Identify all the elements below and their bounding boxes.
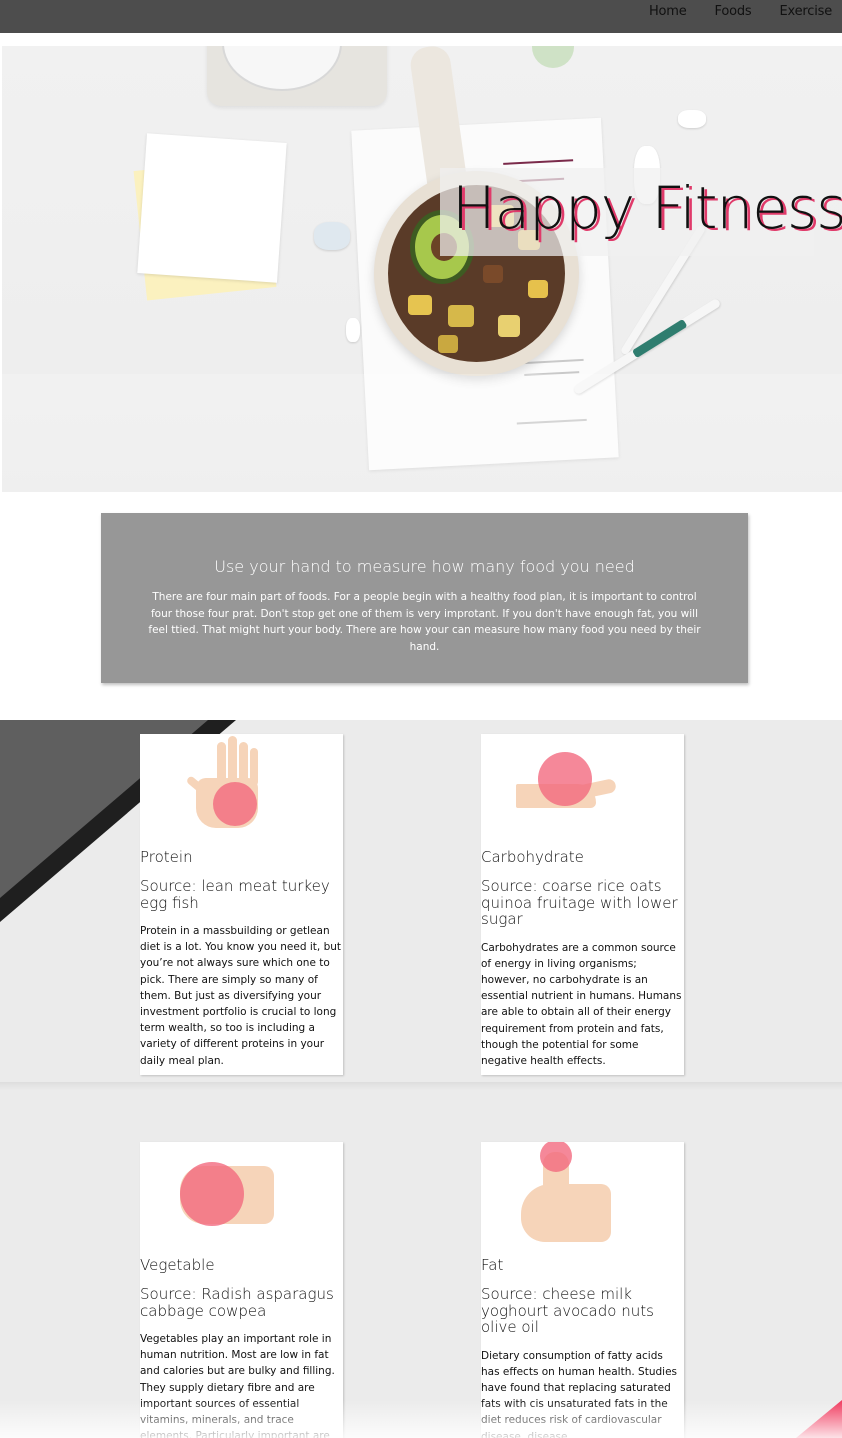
food-card-carbohydrate: Carbohydrate Source: coarse rice oats qu… (481, 734, 684, 1075)
intro-heading: Use your hand to measure how many food y… (214, 557, 635, 576)
diagonal-stripe-decoration (0, 720, 236, 922)
nav-foods-link[interactable]: Foods (715, 4, 752, 19)
food-card-source: Source: Radish asparagus cabbage cowpea (140, 1285, 334, 1320)
figurine-image (678, 110, 706, 128)
nav-menu: Home Foods Exercise (649, 4, 832, 19)
rotary-phone-image (207, 46, 387, 106)
nav-exercise-link[interactable]: Exercise (780, 4, 833, 19)
food-card-source: Source: coarse rice oats quinoa fruitage… (481, 877, 678, 928)
intro-panel: Use your hand to measure how many food y… (101, 513, 748, 683)
section-divider (0, 1082, 842, 1090)
food-card-fat: Fat Source: cheese milk yoghourt avocado… (481, 1142, 684, 1438)
food-card-description: Protein in a massbuilding or getlean die… (140, 925, 342, 1067)
food-card-protein: Protein Source: lean meat turkey egg fis… (140, 734, 343, 1075)
food-card-source: Source: lean meat turkey egg fish (140, 877, 330, 912)
food-groups-section (0, 720, 842, 1438)
hero-title: Happy Fitness (452, 174, 842, 242)
hero-banner (2, 46, 842, 492)
thumb-illustration (481, 1142, 684, 1250)
food-card-vegetable: Vegetable Source: Radish asparagus cabba… (140, 1142, 343, 1438)
figurine-image (314, 222, 350, 250)
nav-home-link[interactable]: Home (649, 4, 687, 19)
cup-image (532, 46, 574, 68)
food-card-title: Vegetable (140, 1256, 215, 1274)
fist-illustration (140, 1142, 343, 1250)
hero-overlay-band (2, 374, 842, 492)
figurine-image (346, 318, 360, 342)
food-card-title: Fat (481, 1256, 504, 1274)
intro-body: There are four main part of foods. For a… (148, 591, 701, 653)
food-card-source: Source: cheese milk yoghourt avocado nut… (481, 1285, 654, 1336)
food-card-description: Carbohydrates are a common source of ene… (481, 941, 682, 1067)
cupped-hand-illustration (481, 734, 684, 842)
food-card-title: Carbohydrate (481, 848, 584, 866)
note-card-image (137, 133, 287, 283)
food-card-title: Protein (140, 848, 193, 866)
hand-palm-illustration (140, 734, 343, 842)
bottom-fade (0, 1400, 842, 1438)
top-nav: Home Foods Exercise (0, 0, 842, 33)
